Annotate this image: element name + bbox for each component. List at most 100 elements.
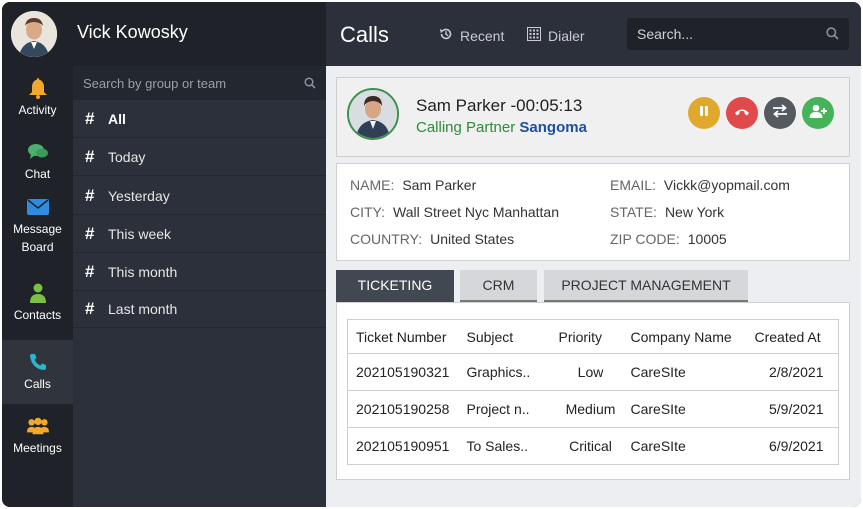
group-item-label: All (108, 111, 126, 127)
tab-project-management[interactable]: PROJECT MANAGEMENT (544, 270, 748, 302)
transfer-button[interactable] (764, 97, 796, 129)
transfer-icon (772, 103, 788, 123)
caller-name-text: Sam Parker (416, 96, 506, 115)
rail-label: Message Board (13, 222, 62, 254)
rail-item-meetings[interactable]: Meetings (2, 404, 73, 468)
rail-label: Meetings (13, 441, 62, 455)
hangup-button[interactable] (726, 97, 758, 129)
group-item-label: This month (108, 264, 178, 280)
ticket-subject-link[interactable]: Graphics.. (458, 353, 551, 391)
ticket-subject-link[interactable]: Project n.. (458, 390, 551, 428)
active-call-card: Sam Parker -00:05:13 Calling Partner San… (336, 77, 850, 157)
add-user-button[interactable] (802, 97, 834, 129)
table-header-row: Ticket Number Subject Priority Company N… (347, 319, 839, 354)
contact-zip-row: ZIP CODE: 10005 (610, 231, 727, 247)
contact-info-card: NAME: Sam Parker EMAIL: Vickk@yopmail.com … (336, 163, 850, 261)
table-row[interactable]: 202105190951 To Sales.. Critical CareSIt… (348, 428, 839, 465)
hash-icon: # (85, 299, 95, 318)
field-label: CITY: (350, 204, 386, 220)
group-item-today[interactable]: # Today (73, 138, 326, 176)
contact-state-row: STATE: New York (610, 204, 724, 220)
hash-icon: # (85, 224, 95, 243)
page-title: Calls (340, 22, 389, 47)
table-row[interactable]: 202105190258 Project n.. Medium CareSIte… (347, 390, 839, 428)
pause-icon (698, 104, 710, 122)
group-item-this-month[interactable]: # This month (73, 253, 326, 291)
pause-button[interactable] (688, 97, 720, 129)
user-name: Vick Kowosky (77, 22, 188, 42)
call-status-label: Calling Partner (416, 119, 516, 136)
group-item-all[interactable]: # All (73, 100, 326, 138)
rail-item-activity[interactable]: Activity (2, 66, 73, 130)
search-icon (826, 27, 839, 43)
recent-button[interactable]: Recent (439, 27, 504, 44)
ticket-subject-link[interactable]: To Sales.. (459, 428, 551, 465)
dialer-label: Dialer (548, 27, 585, 44)
search-icon (304, 77, 316, 92)
column-header: Ticket Number (347, 319, 459, 354)
ticket-created: 5/9/2021 (746, 390, 839, 428)
group-search-placeholder: Search by group or team (83, 76, 227, 91)
field-label: ZIP CODE: (610, 231, 680, 247)
person-icon (27, 282, 49, 304)
phone-icon (27, 351, 49, 373)
history-icon (439, 27, 453, 44)
ticket-created: 6/9/2021 (769, 438, 824, 454)
ticket-number: 202105190951 (356, 438, 450, 454)
field-label: EMAIL: (610, 177, 656, 193)
ticket-table: Ticket Number Subject Priority Company N… (347, 319, 839, 465)
group-item-this-week[interactable]: # This week (73, 215, 326, 253)
contact-city-row: CITY: Wall Street Nyc Manhattan (350, 204, 559, 220)
field-value: Sam Parker (402, 177, 477, 193)
rail-item-chat[interactable]: Chat (2, 130, 73, 194)
caller-name: Sam Parker -00:05:13 (416, 96, 582, 116)
add-user-icon (809, 104, 827, 123)
hash-icon: # (85, 186, 95, 205)
group-item-last-month[interactable]: # Last month (73, 290, 326, 328)
rail-label: Activity (18, 103, 57, 117)
main-content: Sam Parker -00:05:13 Calling Partner San… (326, 66, 861, 507)
ticket-priority: Low (550, 353, 623, 391)
rail-item-message-board[interactable]: Message Board (2, 194, 73, 258)
recent-label: Recent (460, 27, 505, 44)
call-status: Calling Partner Sangoma (416, 119, 587, 136)
top-bar: Calls Recent Dialer Search... (326, 2, 861, 66)
user-avatar[interactable] (11, 11, 57, 57)
group-item-label: Last month (108, 301, 178, 317)
contact-country-row: COUNTRY: United States (350, 231, 514, 247)
hash-icon: # (85, 262, 95, 281)
bell-icon (27, 77, 49, 99)
top-search-input[interactable]: Search... (627, 18, 849, 50)
column-header: Company Name (622, 319, 747, 354)
tab-crm[interactable]: CRM (460, 270, 537, 302)
keypad-icon (527, 27, 541, 44)
rail-item-contacts[interactable]: Contacts (2, 271, 73, 335)
field-value: New York (664, 204, 725, 220)
rail-item-calls[interactable]: Calls (2, 340, 73, 404)
nav-rail: Activity Chat Message Board Contacts Cal… (2, 66, 73, 507)
user-header: Vick Kowosky (2, 2, 326, 66)
dialer-button[interactable]: Dialer (527, 27, 585, 44)
group-search-input[interactable]: Search by group or team (73, 66, 326, 100)
contact-email-row: EMAIL: Vickk@yopmail.com (610, 177, 790, 193)
tab-ticketing[interactable]: TICKETING (336, 270, 454, 302)
ticket-company: CareSIte (622, 353, 747, 391)
envelope-icon (26, 196, 49, 218)
field-label: STATE: (610, 204, 657, 220)
group-item-yesterday[interactable]: # Yesterday (73, 177, 326, 215)
contact-name-row: NAME: Sam Parker (350, 177, 476, 193)
field-label: NAME: (350, 177, 395, 193)
ticket-number: 202105190321 (347, 353, 459, 391)
call-timer: -00:05:13 (510, 96, 583, 115)
hash-icon: # (85, 109, 95, 128)
ticket-priority: Medium (550, 390, 623, 428)
column-header: Priority (550, 319, 623, 354)
column-header: Subject (458, 319, 551, 354)
group-panel: Search by group or team # All # Today # … (73, 66, 326, 507)
hangup-icon (734, 104, 750, 122)
field-value: Vickk@yopmail.com (663, 177, 790, 193)
field-label: COUNTRY: (350, 231, 423, 247)
table-row[interactable]: 202105190321 Graphics.. Low CareSIte 2/8… (347, 353, 839, 391)
field-value: Wall Street Nyc Manhattan (393, 204, 560, 220)
ticket-company: CareSIte (630, 438, 686, 454)
